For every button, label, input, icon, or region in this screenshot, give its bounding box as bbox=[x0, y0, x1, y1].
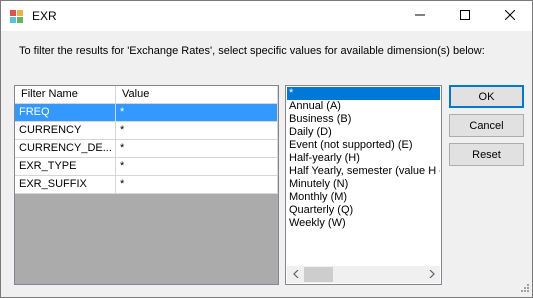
reset-button[interactable]: Reset bbox=[449, 143, 524, 166]
list-item[interactable]: Quarterly (Q) bbox=[287, 204, 440, 217]
grid-row-exr-suffix[interactable]: EXR_SUFFIX * bbox=[15, 176, 278, 194]
maximize-icon bbox=[459, 9, 470, 23]
scroll-left-button[interactable] bbox=[287, 266, 304, 283]
scroll-thumb[interactable] bbox=[304, 267, 333, 282]
values-listbox[interactable]: * Annual (A) Business (B) Daily (D) Even… bbox=[285, 85, 442, 285]
chevron-left-icon bbox=[292, 269, 299, 281]
list-item[interactable]: * bbox=[287, 87, 440, 100]
chevron-right-icon bbox=[429, 269, 435, 281]
cancel-button[interactable]: Cancel bbox=[449, 114, 524, 137]
list-item[interactable]: Event (not supported) (E) bbox=[287, 139, 440, 152]
title-bar[interactable]: EXR bbox=[1, 1, 532, 31]
list-item[interactable]: Monthly (M) bbox=[287, 191, 440, 204]
filter-name-cell[interactable]: CURRENCY_DE... bbox=[15, 140, 116, 158]
filter-grid[interactable]: Filter Name Value FREQ * CURRENCY * CURR… bbox=[14, 85, 279, 285]
list-item[interactable]: Business (B) bbox=[287, 113, 440, 126]
ok-button[interactable]: OK bbox=[449, 85, 524, 108]
list-item[interactable]: Half Yearly, semester (value H e... bbox=[287, 165, 440, 178]
close-button[interactable] bbox=[487, 1, 532, 31]
filter-name-cell[interactable]: EXR_TYPE bbox=[15, 158, 116, 176]
minimize-icon bbox=[414, 10, 425, 23]
filter-name-cell[interactable]: FREQ bbox=[15, 104, 116, 122]
filter-name-cell[interactable]: CURRENCY bbox=[15, 122, 116, 140]
grid-row-currency-denom[interactable]: CURRENCY_DE... * bbox=[15, 140, 278, 158]
filter-value-cell[interactable]: * bbox=[116, 140, 278, 158]
filter-value-cell[interactable]: * bbox=[116, 176, 278, 194]
list-item[interactable]: Annual (A) bbox=[287, 100, 440, 113]
column-header-value[interactable]: Value bbox=[116, 86, 278, 104]
window-title: EXR bbox=[32, 9, 57, 23]
minimize-button[interactable] bbox=[397, 1, 442, 31]
list-item[interactable]: Weekly (W) bbox=[287, 217, 440, 230]
resize-grip-icon[interactable] bbox=[518, 283, 530, 295]
list-item[interactable]: Daily (D) bbox=[287, 126, 440, 139]
maximize-button[interactable] bbox=[442, 1, 487, 31]
grid-row-freq[interactable]: FREQ * bbox=[15, 104, 278, 122]
instruction-text: To filter the results for 'Exchange Rate… bbox=[19, 45, 485, 57]
filter-value-cell[interactable]: * bbox=[116, 104, 278, 122]
grid-row-exr-type[interactable]: EXR_TYPE * bbox=[15, 158, 278, 176]
close-icon bbox=[504, 9, 515, 23]
filter-value-cell[interactable]: * bbox=[116, 122, 278, 140]
filter-value-cell[interactable]: * bbox=[116, 158, 278, 176]
column-header-filter-name[interactable]: Filter Name bbox=[15, 86, 116, 104]
scroll-right-button[interactable] bbox=[423, 266, 440, 283]
app-icon bbox=[9, 8, 25, 24]
grid-header: Filter Name Value bbox=[15, 86, 278, 104]
grid-row-currency[interactable]: CURRENCY * bbox=[15, 122, 278, 140]
list-item[interactable]: Half-yearly (H) bbox=[287, 152, 440, 165]
exr-dialog: EXR To filter the results for 'Exchange … bbox=[0, 0, 533, 298]
filter-name-cell[interactable]: EXR_SUFFIX bbox=[15, 176, 116, 194]
list-item[interactable]: Minutely (N) bbox=[287, 178, 440, 191]
horizontal-scrollbar[interactable] bbox=[287, 266, 440, 283]
